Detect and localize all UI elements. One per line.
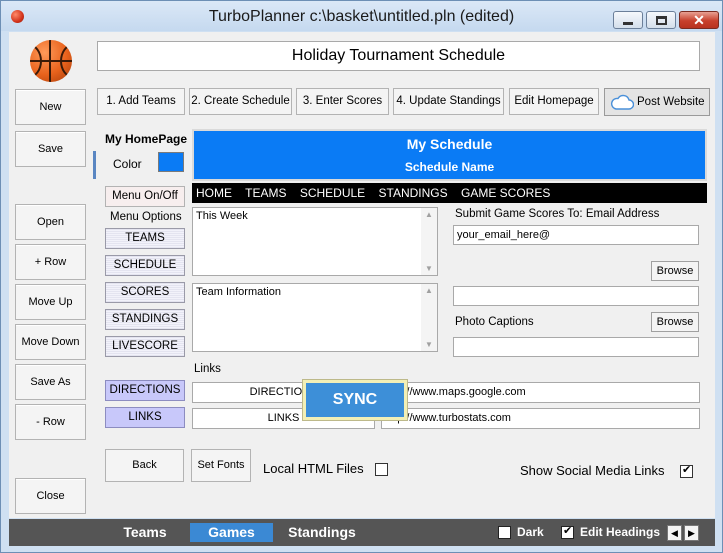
dark-label: Dark [517, 525, 544, 539]
minimize-icon [623, 21, 633, 25]
nav-schedule: SCHEDULE [299, 186, 366, 200]
back-button[interactable]: Back [105, 449, 184, 482]
menu-options-label: Menu Options [110, 211, 182, 223]
post-website-button[interactable]: Post Website [604, 88, 710, 116]
preview-header[interactable]: My Schedule Schedule Name [192, 129, 707, 181]
local-html-checkbox[interactable] [375, 463, 388, 476]
scrollbar[interactable]: ▲ ▼ [421, 208, 437, 275]
photo-captions-field[interactable] [453, 337, 699, 357]
edit-homepage-button[interactable]: Edit Homepage [509, 88, 599, 115]
link-option-directions[interactable]: DIRECTIONS [105, 380, 185, 401]
menu-toggle-button[interactable]: Menu On/Off [105, 186, 185, 207]
tab-teams[interactable]: Teams [115, 523, 175, 542]
ball-seam [60, 44, 72, 78]
email-field[interactable]: your_email_here@ [453, 225, 699, 245]
this-week-text: This Week [196, 210, 248, 222]
schedule-title-field[interactable]: Holiday Tournament Schedule [97, 41, 700, 71]
team-information-textarea[interactable]: Team Information ▲ ▼ [192, 283, 438, 352]
ball-seam [30, 44, 42, 78]
menu-option-teams[interactable]: TEAMS [105, 228, 185, 249]
nav-home: HOME [196, 186, 232, 200]
menu-option-livescore[interactable]: LIVESCORE [105, 336, 185, 357]
browse-button-1[interactable]: Browse [651, 261, 699, 281]
browse-button-2[interactable]: Browse [651, 312, 699, 332]
selection-indicator [93, 151, 96, 179]
title-bar[interactable]: TurboPlanner c:\basket\untitled.pln (edi… [1, 1, 722, 31]
basketball-logo-icon [30, 40, 72, 82]
menu-option-scores[interactable]: SCORES [105, 282, 185, 303]
open-button[interactable]: Open [15, 204, 86, 240]
homepage-editor-panel: My HomePage Color Menu On/Off Menu Optio… [101, 127, 710, 510]
app-window: TurboPlanner c:\basket\untitled.pln (edi… [0, 0, 723, 553]
preview-title: My Schedule [406, 136, 493, 152]
preview-nav-bar[interactable]: HOME TEAMS SCHEDULE STANDINGS GAME SCORE… [192, 183, 707, 203]
maximize-icon [655, 15, 667, 25]
new-button[interactable]: New [15, 89, 86, 125]
cloud-icon [610, 94, 634, 110]
scroll-down-icon[interactable]: ▼ [425, 264, 433, 273]
local-html-label: Local HTML Files [263, 461, 364, 476]
menu-option-standings[interactable]: STANDINGS [105, 309, 185, 330]
enter-scores-button[interactable]: 3. Enter Scores [296, 88, 389, 115]
save-as-button[interactable]: Save As [15, 364, 86, 400]
team-information-text: Team Information [196, 286, 281, 298]
link-url-directions[interactable]: http://www.maps.google.com [381, 382, 700, 403]
link-option-links[interactable]: LINKS [105, 407, 185, 428]
edit-headings-checkbox[interactable] [561, 524, 574, 539]
nav-game-scores: GAME SCORES [460, 186, 551, 200]
minimize-button[interactable] [613, 11, 643, 29]
photo-captions-label: Photo Captions [455, 316, 534, 328]
submit-scores-label: Submit Game Scores To: Email Address [455, 208, 660, 220]
dark-checkbox[interactable] [498, 526, 511, 539]
homepage-label: My HomePage [105, 132, 188, 146]
close-icon: ✕ [693, 12, 705, 28]
move-up-button[interactable]: Move Up [15, 284, 86, 320]
add-row-button[interactable]: + Row [15, 244, 86, 280]
links-label: Links [194, 363, 221, 375]
tab-games[interactable]: Games [190, 523, 273, 542]
remove-row-button[interactable]: - Row [15, 404, 86, 440]
menu-option-schedule[interactable]: SCHEDULE [105, 255, 185, 276]
close-window-button[interactable]: ✕ [679, 11, 719, 29]
scroll-up-icon[interactable]: ▲ [425, 286, 433, 295]
client-area: Holiday Tournament Schedule New Save Ope… [9, 32, 715, 518]
color-swatch[interactable] [158, 152, 184, 172]
image-path-field[interactable] [453, 286, 699, 306]
move-down-button[interactable]: Move Down [15, 324, 86, 360]
nav-standings: STANDINGS [378, 186, 448, 200]
sync-button[interactable]: SYNC [303, 380, 407, 420]
this-week-textarea[interactable]: This Week ▲ ▼ [192, 207, 438, 276]
scroll-down-icon[interactable]: ▼ [425, 340, 433, 349]
add-teams-button[interactable]: 1. Add Teams [97, 88, 185, 115]
tab-standings[interactable]: Standings [281, 523, 363, 542]
scrollbar[interactable]: ▲ ▼ [421, 284, 437, 351]
scroll-right-icon[interactable]: ▶ [684, 525, 699, 541]
maximize-button[interactable] [646, 11, 676, 29]
social-media-label: Show Social Media Links [520, 463, 665, 478]
scroll-up-icon[interactable]: ▲ [425, 210, 433, 219]
color-label: Color [113, 157, 142, 171]
post-website-label: Post Website [637, 96, 705, 108]
create-schedule-button[interactable]: 2. Create Schedule [189, 88, 292, 115]
set-fonts-button[interactable]: Set Fonts [191, 449, 251, 482]
social-media-checkbox[interactable] [680, 463, 693, 478]
save-button[interactable]: Save [15, 131, 86, 167]
nav-teams: TEAMS [245, 186, 287, 200]
scroll-left-icon[interactable]: ◀ [667, 525, 682, 541]
update-standings-button[interactable]: 4. Update Standings [393, 88, 504, 115]
link-url-links[interactable]: http://www.turbostats.com [381, 408, 700, 429]
close-button[interactable]: Close [15, 478, 86, 514]
edit-headings-label: Edit Headings [580, 525, 661, 539]
bottom-bar: Teams Games Standings Dark Edit Headings… [9, 519, 715, 546]
preview-subtitle: Schedule Name [404, 160, 495, 174]
